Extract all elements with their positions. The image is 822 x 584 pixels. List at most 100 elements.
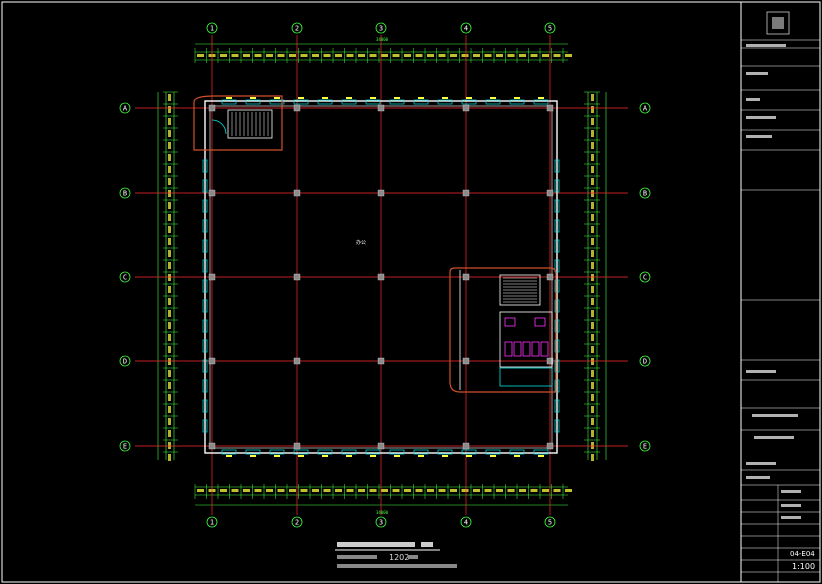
column	[546, 189, 554, 197]
dim-text-right	[591, 262, 594, 269]
toilet-room-east	[499, 311, 553, 368]
dim-text-bottom	[427, 489, 434, 492]
dim-text-right	[591, 286, 594, 293]
plan-title-tag	[421, 542, 433, 547]
tb-text-block	[781, 516, 801, 519]
dim-text-bottom	[266, 489, 273, 492]
dim-text-top	[335, 54, 342, 57]
dim-text-bottom	[277, 489, 285, 492]
window-tag-south	[370, 455, 376, 457]
dim-text-left	[168, 118, 171, 125]
dim-text-top	[289, 54, 296, 57]
dim-text-top	[553, 54, 561, 57]
tb-text-block	[746, 370, 776, 373]
tb-text-block	[754, 436, 794, 439]
toilet-stall	[540, 341, 549, 357]
window-tag-north	[274, 97, 280, 99]
dim-text-right	[591, 154, 594, 161]
column	[293, 189, 301, 197]
axis-bubble-label: 3	[379, 25, 383, 33]
dim-text-top	[369, 54, 377, 57]
window-tag-north	[250, 97, 256, 99]
dim-text-right	[591, 370, 594, 377]
dim-text-left	[168, 358, 171, 365]
column	[546, 273, 554, 281]
dim-text-bottom	[289, 489, 296, 492]
overall-dimension-bottom: 34800	[376, 510, 389, 515]
plan-scale-note: 1202	[389, 553, 409, 562]
tb-text-block	[746, 462, 776, 465]
axis-bubble-label: B	[643, 190, 647, 198]
window-tag-north	[298, 97, 304, 99]
column	[377, 104, 385, 112]
dim-text-bottom	[381, 489, 388, 492]
toilet-fixtures	[504, 317, 549, 357]
axis-bubble-label: 5	[548, 519, 552, 527]
overall-dimension-top: 34800	[376, 37, 389, 42]
title-block-rows	[741, 39, 820, 582]
axis-bubble-label: 1	[210, 25, 214, 33]
dim-text-right	[591, 106, 594, 113]
dim-text-right	[591, 394, 594, 401]
dim-text-top	[197, 54, 204, 57]
stair-ring-northwest	[193, 95, 283, 151]
dim-text-bottom	[300, 489, 308, 492]
dim-text-right	[591, 202, 594, 209]
dim-text-left	[168, 166, 171, 173]
dim-text-bottom	[415, 489, 423, 492]
stair-core-northwest	[193, 95, 283, 151]
dim-text-right	[591, 226, 594, 233]
dim-text-right	[591, 250, 594, 257]
window-tag-south	[346, 455, 352, 457]
dim-text-left	[168, 130, 171, 137]
tb-text-block	[746, 476, 770, 479]
dim-text-top	[243, 54, 250, 57]
logo-inner	[772, 17, 784, 29]
dim-text-left	[168, 226, 171, 233]
dim-text-left	[168, 262, 171, 269]
dim-text-right	[591, 166, 594, 173]
dim-text-right	[591, 178, 594, 185]
center-room-label: 办公	[356, 239, 366, 246]
dim-text-left	[168, 370, 171, 377]
dim-text-bottom	[346, 489, 354, 492]
plan-note-line-1b	[408, 555, 418, 559]
dim-text-bottom	[507, 489, 515, 492]
window-tag-south	[514, 455, 520, 457]
axis-bubble-label: E	[123, 443, 127, 451]
axis-bubble-label: 2	[295, 519, 299, 527]
tb-text-block	[746, 44, 786, 47]
tb-text-block	[746, 98, 760, 101]
dim-text-top	[519, 54, 526, 57]
dim-text-right	[591, 214, 594, 221]
dim-text-bottom	[369, 489, 377, 492]
window-tag-north	[538, 97, 544, 99]
window-tag-south	[274, 455, 280, 457]
dim-text-bottom	[323, 489, 331, 492]
dim-text-right	[591, 442, 594, 449]
plan-note-line-1	[337, 555, 377, 559]
axis-bubble-label: 1	[210, 519, 214, 527]
dim-text-top	[220, 54, 227, 57]
dim-text-right	[591, 346, 594, 353]
dim-text-left	[168, 334, 171, 341]
plan-title-blocks	[337, 542, 415, 547]
toilet-stall	[531, 341, 540, 357]
dim-text-top	[542, 54, 549, 57]
dim-text-top	[415, 54, 423, 57]
column	[462, 357, 470, 365]
dim-text-left	[168, 454, 171, 461]
dim-text-bottom	[496, 489, 503, 492]
window-tag-south	[490, 455, 496, 457]
column	[293, 442, 301, 450]
toilet-stall	[513, 341, 522, 357]
dim-text-right	[591, 118, 594, 125]
dim-text-left	[168, 274, 171, 281]
dim-text-top	[277, 54, 285, 57]
axis-bubble-label: D	[643, 358, 647, 366]
column	[377, 357, 385, 365]
dim-text-left	[168, 346, 171, 353]
axis-bubble-label: 4	[464, 25, 468, 33]
column	[293, 273, 301, 281]
window-tag-north	[514, 97, 520, 99]
